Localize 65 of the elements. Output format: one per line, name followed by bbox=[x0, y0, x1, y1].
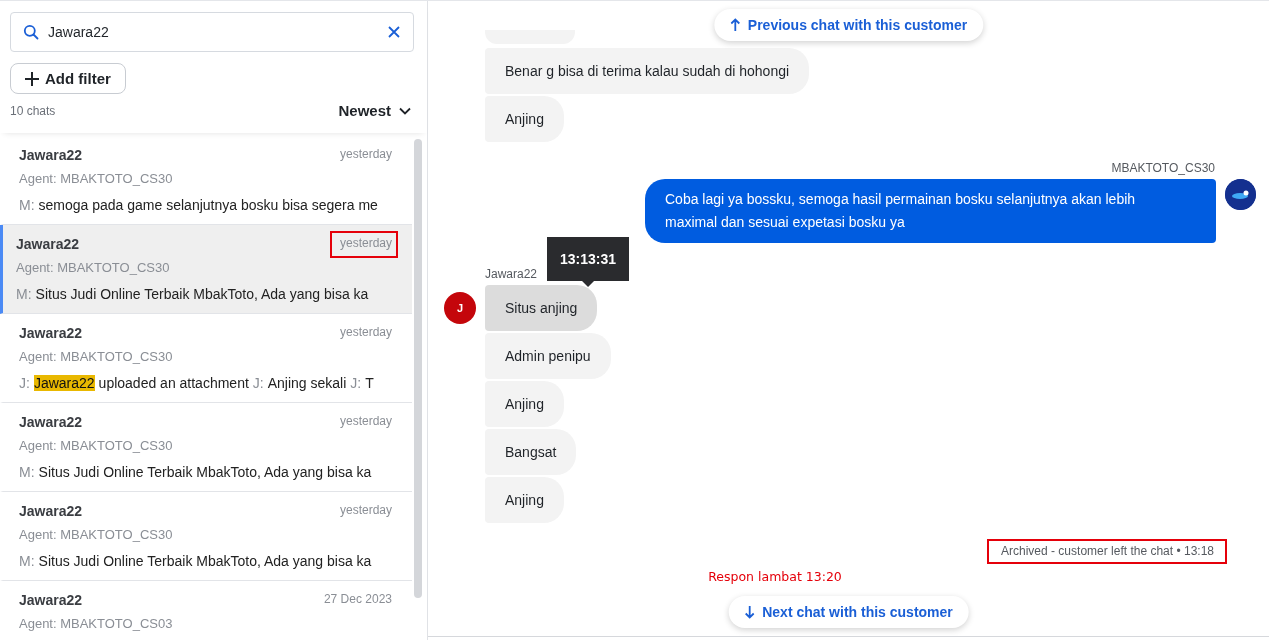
agent-avatar-icon bbox=[1225, 179, 1256, 210]
sender-prefix: J: bbox=[350, 375, 362, 391]
message-preview: Situs Judi Online Terbaik MbakToto, Ada yang bisa ka bbox=[35, 286, 369, 302]
customer-message: Anjing bbox=[485, 96, 564, 142]
message-preview: Anjing sekali bbox=[267, 375, 347, 391]
plus-icon bbox=[25, 71, 39, 86]
message-preview: T bbox=[365, 375, 374, 391]
agent-name: MBAKTOTO_CS30 bbox=[1111, 161, 1215, 175]
chat-date: 27 Dec 2023 bbox=[322, 591, 393, 608]
customer-message: Anjing bbox=[485, 477, 564, 523]
arrow-up-icon bbox=[729, 18, 740, 32]
chat-count: 10 chats bbox=[10, 103, 56, 118]
customer-name: Jawara22 bbox=[19, 503, 83, 519]
previous-chat-button[interactable]: Previous chat with this customer bbox=[713, 9, 984, 41]
timestamp-tooltip: 13:13:31 bbox=[547, 237, 630, 287]
chat-date: yesterday bbox=[338, 324, 393, 341]
customer-avatar: J bbox=[444, 292, 476, 324]
arrow-down-icon bbox=[744, 605, 755, 619]
customer-message: Bangsat bbox=[485, 429, 577, 475]
customer-name: Jawara22 bbox=[19, 592, 83, 608]
agent-label: Agent: MBAKTOTO_CS30 bbox=[16, 260, 171, 275]
agent-label: Agent: MBAKTOTO_CS30 bbox=[19, 527, 174, 542]
chat-date: yesterday bbox=[338, 502, 393, 519]
customer-name: Jawara22 bbox=[16, 236, 80, 252]
customer-message: Anjing bbox=[485, 381, 564, 427]
search-icon bbox=[23, 24, 39, 40]
customer-name: Jawara22 bbox=[19, 325, 83, 341]
chat-list-item[interactable]: Jawara22 yesterday Agent: MBAKTOTO_CS30 J: Jawara22 uploaded an attachment J: Anjing sekali J: T bbox=[0, 314, 412, 403]
archived-status: Archived - customer left the chat • 13:18 bbox=[987, 539, 1227, 564]
message-preview: uploaded an attachment bbox=[98, 375, 249, 391]
add-filter-button[interactable]: Add filter bbox=[10, 63, 126, 94]
agent-message: Coba lagi ya bossku, semoga hasil permainan bosku selanjutnya akan lebih maximal dan sesuai expetasi bosku ya bbox=[645, 179, 1216, 243]
message-preview: semoga pada game selanjutnya bosku bisa segera me bbox=[38, 197, 378, 213]
chevron-down-icon bbox=[399, 106, 411, 115]
chat-date: yesterday bbox=[338, 413, 393, 430]
chat-list-item[interactable]: Jawara22 27 Dec 2023 Agent: MBAKTOTO_CS03 bbox=[0, 581, 412, 640]
sender-prefix: M: bbox=[19, 553, 35, 569]
chat-list-item[interactable]: Jawara22 yesterday Agent: MBAKTOTO_CS30 M: Situs Judi Online Terbaik MbakToto, Ada yang bisa ka bbox=[0, 403, 412, 492]
agent-label: Agent: MBAKTOTO_CS30 bbox=[19, 349, 174, 364]
sender-prefix: M: bbox=[19, 197, 35, 213]
agent-label: Agent: MBAKTOTO_CS30 bbox=[19, 438, 174, 453]
message-preview: Situs Judi Online Terbaik MbakToto, Ada yang bisa ka bbox=[38, 553, 372, 569]
next-chat-button[interactable]: Next chat with this customer bbox=[728, 596, 969, 628]
sender-prefix: J: bbox=[19, 375, 30, 391]
customer-name: Jawara22 bbox=[19, 147, 83, 163]
sort-dropdown[interactable]: Newest bbox=[338, 102, 414, 119]
chat-list-item[interactable]: Jawara22 yesterday Agent: MBAKTOTO_CS30 M: Situs Judi Online Terbaik MbakToto, Ada yang bisa ka bbox=[0, 225, 412, 314]
customer-name: Jawara22 bbox=[485, 267, 539, 281]
agent-label: Agent: MBAKTOTO_CS03 bbox=[19, 616, 174, 631]
chat-date: yesterday bbox=[338, 146, 393, 163]
customer-name: Jawara22 bbox=[19, 414, 83, 430]
sender-prefix: J: bbox=[252, 375, 264, 391]
sender-prefix: M: bbox=[19, 464, 35, 480]
message-preview: Situs Judi Online Terbaik MbakToto, Ada yang bisa ka bbox=[38, 464, 372, 480]
close-icon[interactable] bbox=[388, 26, 400, 38]
search-field[interactable]: Jawara22 bbox=[10, 12, 414, 52]
sender-prefix: M: bbox=[16, 286, 32, 302]
customer-message: Benar g bisa di terima kalau sudah di hohongi bbox=[485, 48, 810, 94]
chat-date: yesterday bbox=[329, 231, 398, 258]
search-match: Jawara22 bbox=[33, 375, 95, 391]
customer-message: Admin penipu bbox=[485, 333, 611, 379]
chat-list-item[interactable]: Jawara22 yesterday Agent: MBAKTOTO_CS30 M: Situs Judi Online Terbaik MbakToto, Ada yang bisa ka bbox=[0, 492, 412, 581]
annotation-text: Respon lambat 13:20 bbox=[708, 569, 842, 584]
scrollbar-thumb[interactable] bbox=[414, 139, 422, 598]
agent-label: Agent: MBAKTOTO_CS30 bbox=[19, 171, 174, 186]
